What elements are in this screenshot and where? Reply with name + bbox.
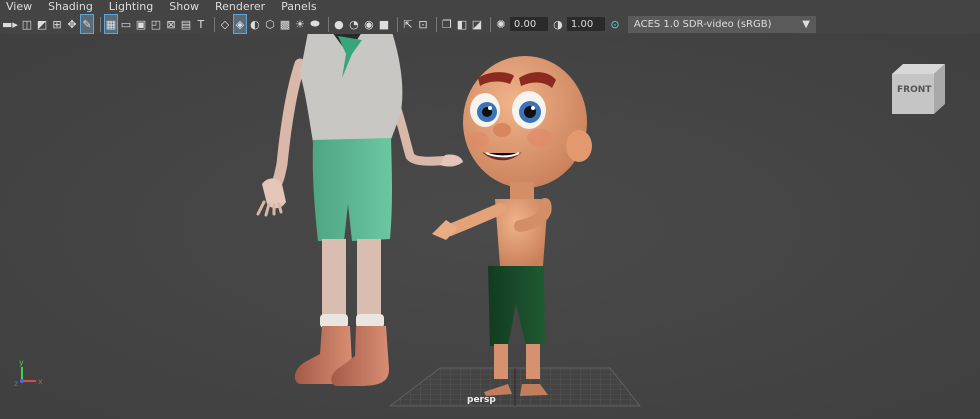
textured-icon[interactable]: ▩ bbox=[279, 15, 291, 33]
view-cube-label: FRONT bbox=[897, 85, 932, 95]
color-space-label: ACES 1.0 SDR-video (sRGB) bbox=[633, 18, 772, 30]
toolbar-divider bbox=[213, 16, 215, 32]
select-camera-icon[interactable]: ▬▸ bbox=[2, 15, 18, 33]
toolbar-divider bbox=[396, 16, 398, 32]
camera-name-label: persp bbox=[467, 395, 496, 405]
xray-icon[interactable]: ⊡ bbox=[417, 15, 429, 33]
perspective-viewport[interactable]: y x z FRONT persp bbox=[0, 34, 980, 419]
use-all-lights-icon[interactable]: ☀ bbox=[294, 15, 306, 33]
exposure-icon[interactable]: ✺ bbox=[495, 15, 507, 33]
menu-panels[interactable]: Panels bbox=[281, 0, 316, 14]
wireframe-on-shaded-icon[interactable]: ⬡ bbox=[264, 15, 276, 33]
menu-lighting[interactable]: Lighting bbox=[109, 0, 153, 14]
color-space-dropdown[interactable]: ACES 1.0 SDR-video (sRGB) ▼ bbox=[627, 15, 816, 33]
svg-text:x: x bbox=[38, 377, 43, 386]
gate-mask-icon[interactable]: ◰ bbox=[150, 15, 162, 33]
wireframe-icon[interactable]: ◇ bbox=[219, 15, 231, 33]
grease-pencil-icon[interactable]: ✎ bbox=[79, 14, 94, 34]
exposure-field[interactable]: 0.00 bbox=[509, 17, 548, 31]
backface-culling-icon[interactable]: ◪ bbox=[471, 15, 483, 33]
xray-joints-icon[interactable]: ◧ bbox=[456, 15, 468, 33]
image-plane-icon[interactable]: ⊞ bbox=[51, 15, 63, 33]
two-d-pan-zoom-icon[interactable]: ✥ bbox=[66, 15, 78, 33]
svg-text:z: z bbox=[14, 379, 18, 388]
menu-show[interactable]: Show bbox=[169, 0, 199, 14]
field-chart-icon[interactable]: ⊠ bbox=[165, 15, 177, 33]
xray-active-components-icon[interactable]: ❐ bbox=[441, 15, 453, 33]
smooth-shade-all-icon[interactable]: ◈ bbox=[232, 14, 247, 34]
chevron-down-icon: ▼ bbox=[802, 18, 810, 30]
safe-action-icon[interactable]: ▤ bbox=[180, 15, 192, 33]
depth-of-field-icon[interactable]: ■ bbox=[378, 15, 390, 33]
gamma-icon[interactable]: ◑ bbox=[552, 15, 564, 33]
screen-space-ambient-occlusion-icon[interactable]: ● bbox=[333, 15, 345, 33]
toolbar-divider bbox=[327, 16, 329, 32]
menu-view[interactable]: View bbox=[6, 0, 32, 14]
color-management-icon[interactable]: ⊙ bbox=[609, 15, 621, 33]
menu-renderer[interactable]: Renderer bbox=[215, 0, 265, 14]
camera-attributes-icon[interactable]: ◫ bbox=[21, 15, 33, 33]
panel-toolbar: ▬▸ ◫ ◩ ⊞ ✥ ✎ ▦ ▭ ▣ ◰ ⊠ ▤ T ◇ ◈ ◐ ⬡ ▩ ☀ ⬬… bbox=[0, 14, 980, 34]
scene-render: y x z bbox=[0, 34, 980, 419]
toolbar-divider bbox=[99, 16, 101, 32]
safe-title-icon[interactable]: T bbox=[195, 15, 207, 33]
gamma-field[interactable]: 1.00 bbox=[566, 17, 605, 31]
svg-text:y: y bbox=[19, 358, 24, 367]
maya-viewport-window: View Shading Lighting Show Renderer Pane… bbox=[0, 0, 980, 419]
menu-shading[interactable]: Shading bbox=[48, 0, 93, 14]
grid-icon[interactable]: ▦ bbox=[103, 14, 118, 34]
bookmarks-icon[interactable]: ◩ bbox=[36, 15, 48, 33]
panel-menu-bar: View Shading Lighting Show Renderer Pane… bbox=[0, 0, 980, 14]
resolution-gate-icon[interactable]: ▣ bbox=[135, 15, 147, 33]
film-gate-icon[interactable]: ▭ bbox=[120, 15, 132, 33]
toolbar-divider bbox=[489, 16, 491, 32]
motion-blur-icon[interactable]: ◔ bbox=[348, 15, 360, 33]
default-material-icon[interactable]: ◐ bbox=[249, 15, 261, 33]
shadows-icon[interactable]: ⬬ bbox=[309, 15, 321, 33]
toolbar-divider bbox=[435, 16, 437, 32]
isolate-select-icon[interactable]: ⇱ bbox=[402, 15, 414, 33]
multisample-anti-aliasing-icon[interactable]: ◉ bbox=[363, 15, 375, 33]
